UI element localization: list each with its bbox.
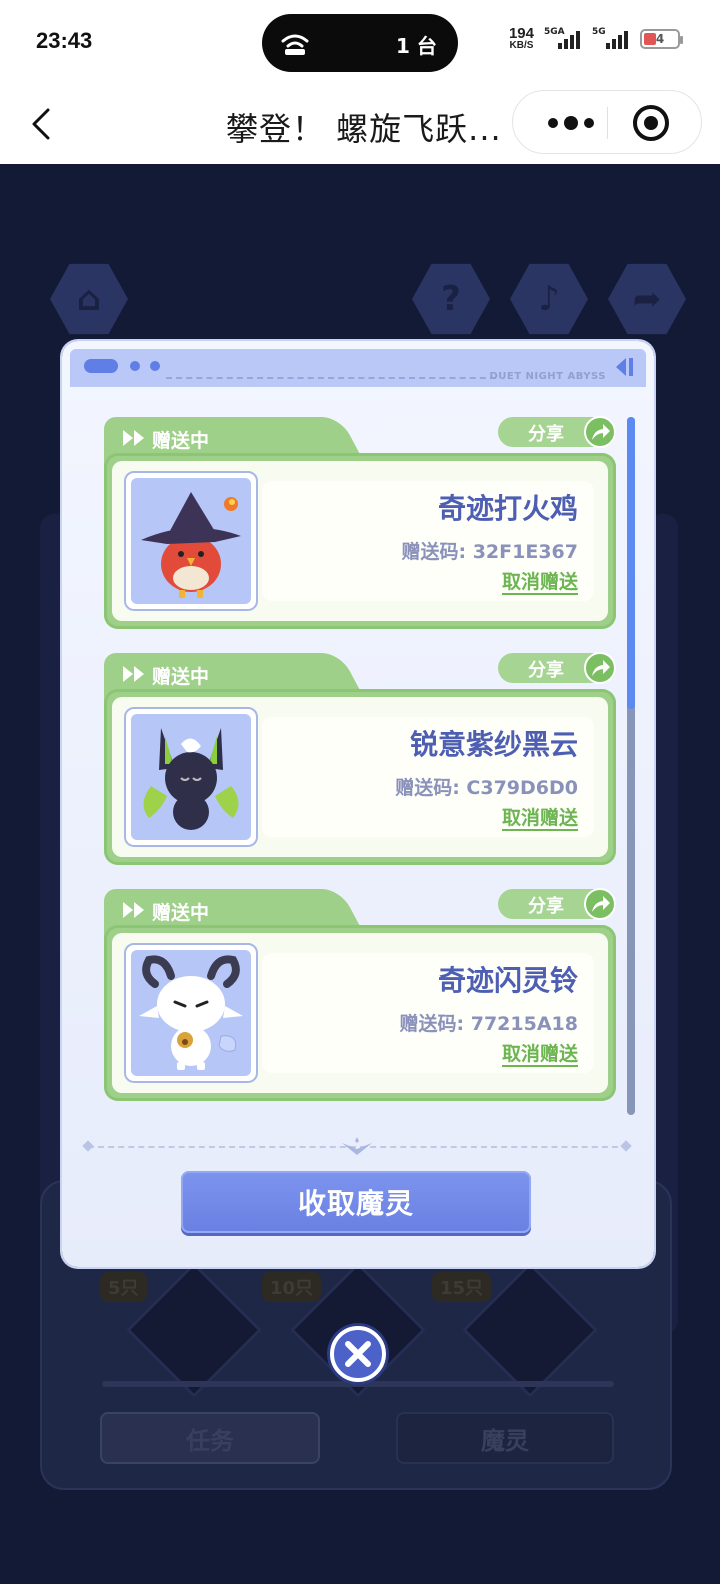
black-cloud-creature-image [143, 728, 239, 830]
gift-code: 赠送码: 32F1E367 [401, 541, 579, 563]
gift-code: 赠送码: C379D6D0 [395, 777, 578, 799]
more-dots-icon[interactable] [541, 111, 601, 135]
cancel-gift-link[interactable]: 取消赠送 [501, 1043, 578, 1067]
gift-card: 赠送中 分享 [104, 888, 616, 1101]
status-time: 23:43 [36, 28, 93, 53]
chevron-down-icon [342, 1137, 372, 1155]
wifi-hotspot-icon [281, 34, 309, 55]
card-body: 锐意紫纱黑云 赠送码: C379D6D0 取消赠送 [104, 689, 616, 865]
share-arrow-icon [584, 888, 616, 920]
fast-forward-icon [123, 902, 144, 918]
bg-tag: 10只 [262, 1272, 322, 1302]
mini-program-capsule [512, 90, 702, 154]
nav-bar: 攀登！ 螺旋飞跃... [0, 84, 720, 164]
share-button[interactable]: 分享 [498, 888, 616, 920]
collect-pets-button[interactable]: 收取魔灵 [181, 1171, 531, 1233]
pet-avatar [124, 471, 258, 611]
page-title: 攀登！ 螺旋飞跃... [226, 110, 502, 148]
close-button[interactable] [330, 1326, 386, 1382]
close-x-icon [345, 1341, 371, 1367]
home-icon: ⌂ [50, 263, 128, 335]
scrollbar-thumb[interactable] [627, 417, 635, 709]
music-icon: ♪ [510, 263, 588, 335]
help-icon: ? [412, 263, 490, 335]
gift-card: 赠送中 分享 [104, 652, 616, 865]
status-bar: 23:43 1 台 194 KB/S 5GA 5G 4 [0, 0, 720, 84]
pet-name: 奇迹闪灵铃 [437, 964, 578, 997]
dynamic-island: 1 台 [262, 14, 458, 72]
card-status: 赠送中 [152, 666, 210, 688]
back-chevron-icon[interactable] [28, 106, 56, 142]
island-count: 1 台 [396, 34, 437, 58]
signal-5ga-icon: 5GA [544, 27, 582, 51]
header-arrow-icon [616, 358, 633, 376]
cancel-gift-link[interactable]: 取消赠送 [501, 807, 578, 831]
share-button[interactable]: 分享 [498, 652, 616, 684]
card-status: 赠送中 [152, 430, 210, 452]
card-body: 奇迹打火鸡 赠送码: 32F1E367 取消赠送 [104, 453, 616, 629]
pet-name: 奇迹打火鸡 [437, 492, 578, 525]
fast-forward-icon [123, 430, 144, 446]
gift-code: 赠送码: 77215A18 [399, 1013, 578, 1035]
cancel-gift-link[interactable]: 取消赠送 [501, 571, 578, 595]
bg-tag: 15只 [432, 1272, 492, 1302]
target-icon[interactable] [633, 105, 669, 141]
brand-label: DUET NIGHT ABYSS [489, 371, 606, 382]
pet-avatar [124, 943, 258, 1083]
battery-icon: 4 [640, 28, 683, 49]
fast-forward-icon [123, 666, 144, 682]
bg-pet-button: 魔灵 [396, 1412, 614, 1464]
network-speed: 194 KB/S [508, 25, 534, 51]
share-arrow-icon [584, 416, 616, 448]
pet-avatar [124, 707, 258, 847]
share-bg-icon: ➦ [608, 263, 686, 335]
share-arrow-icon [584, 652, 616, 684]
fire-chicken-image [141, 492, 241, 598]
modal-header: DUET NIGHT ABYSS [70, 349, 646, 387]
pet-name: 锐意紫纱黑云 [409, 728, 578, 761]
share-button[interactable]: 分享 [498, 416, 616, 448]
card-status: 赠送中 [152, 902, 210, 924]
card-body: 奇迹闪灵铃 赠送码: 77215A18 取消赠送 [104, 925, 616, 1101]
signal-5g-icon: 5G [592, 27, 630, 51]
bell-goat-image [139, 955, 243, 1070]
gift-modal: DUET NIGHT ABYSS 赠送中 分享 奇迹打火鸡 赠送码: 32F1E… [62, 341, 654, 1267]
gift-card: 赠送中 分享 [104, 416, 616, 629]
bg-task-button: 任务 [100, 1412, 320, 1464]
bg-tag: 5只 [100, 1272, 147, 1302]
